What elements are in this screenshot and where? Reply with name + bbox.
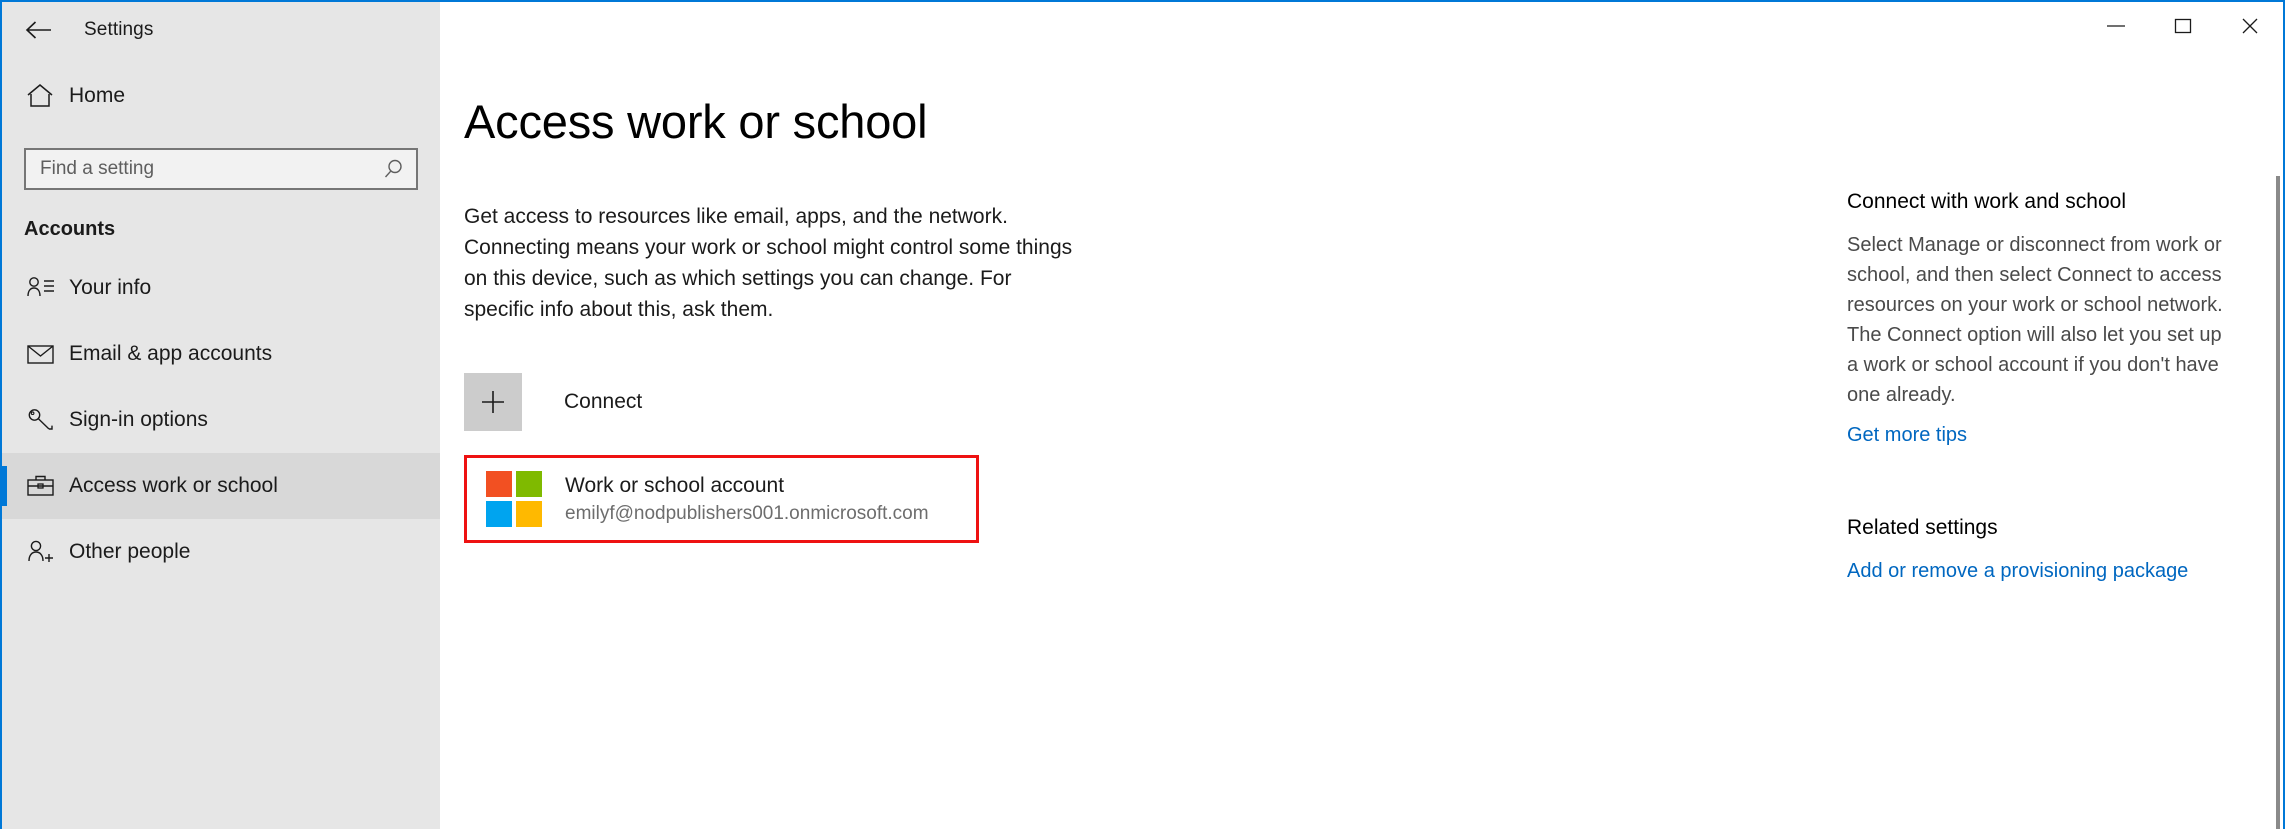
search-icon[interactable] xyxy=(382,157,406,181)
get-more-tips-link[interactable]: Get more tips xyxy=(1847,420,1967,450)
sidebar-item-home[interactable]: Home xyxy=(2,72,440,120)
sidebar-item-label: Access work or school xyxy=(69,474,278,497)
briefcase-icon xyxy=(26,473,60,499)
right-rail: Connect with work and school Select Mana… xyxy=(1847,58,2237,829)
app-title: Settings xyxy=(84,19,154,40)
close-icon xyxy=(2239,16,2261,41)
window-body: Home Accounts xyxy=(2,58,2283,829)
scrollbar-thumb[interactable] xyxy=(2276,176,2280,829)
sidebar-item-sign-in-options[interactable]: Sign-in options xyxy=(2,387,440,453)
connect-label: Connect xyxy=(564,390,643,413)
sidebar-nav-list: Your info Email & app accounts Sign-in o… xyxy=(2,255,440,585)
window-controls xyxy=(440,2,2283,58)
rail-connect-body: Select Manage or disconnect from work or… xyxy=(1847,234,2223,406)
search-input[interactable] xyxy=(40,158,382,180)
key-icon xyxy=(26,407,60,433)
work-or-school-account-card[interactable]: Work or school account emilyf@nodpublish… xyxy=(464,455,979,543)
main-pane: Access work or school Get access to reso… xyxy=(440,58,1847,829)
rail-connect-heading: Connect with work and school xyxy=(1847,190,2126,213)
logo-square-top-left xyxy=(486,471,512,497)
vertical-scrollbar[interactable] xyxy=(2273,58,2283,829)
rail-related-heading: Related settings xyxy=(1847,516,1998,539)
connect-button[interactable]: Connect xyxy=(464,373,642,431)
home-icon xyxy=(26,83,60,109)
sidebar-item-your-info[interactable]: Your info xyxy=(2,255,440,321)
title-bar-left: Settings xyxy=(2,2,440,58)
microsoft-logo-icon xyxy=(486,471,542,527)
close-button[interactable] xyxy=(2216,2,2283,54)
content-area: Access work or school Get access to reso… xyxy=(440,58,2283,829)
sidebar-item-label: Other people xyxy=(69,540,191,563)
account-email: emilyf@nodpublishers001.onmicrosoft.com xyxy=(565,502,929,524)
intro-paragraph: Get access to resources like email, apps… xyxy=(464,205,1073,321)
sidebar: Home Accounts xyxy=(2,58,440,829)
settings-window: Settings Home Find a setting Accounts Yo… xyxy=(0,0,2285,829)
search-box[interactable] xyxy=(24,148,418,190)
logo-square-bottom-right xyxy=(516,501,542,527)
envelope-icon xyxy=(26,342,60,366)
sidebar-item-access-work-or-school[interactable]: Access work or school xyxy=(2,453,440,519)
maximize-button[interactable] xyxy=(2149,2,2216,54)
sidebar-item-label: Email & app accounts xyxy=(69,342,273,365)
logo-square-bottom-left xyxy=(486,501,512,527)
sidebar-item-other-people[interactable]: Other people xyxy=(2,519,440,585)
account-text: Work or school account emilyf@nodpublish… xyxy=(565,472,976,527)
account-name: Work or school account xyxy=(565,473,785,497)
minimize-icon xyxy=(2105,19,2127,37)
back-arrow-icon xyxy=(25,20,53,40)
sidebar-item-label: Your info xyxy=(69,276,152,299)
plus-icon xyxy=(464,373,522,431)
sidebar-home-label: Home xyxy=(69,84,126,107)
page-title: Access work or school xyxy=(464,95,928,148)
maximize-icon xyxy=(2172,16,2194,41)
sidebar-item-email-app-accounts[interactable]: Email & app accounts xyxy=(2,321,440,387)
person-info-icon xyxy=(26,275,60,301)
logo-square-top-right xyxy=(516,471,542,497)
minimize-button[interactable] xyxy=(2082,2,2149,54)
provisioning-package-link[interactable]: Add or remove a provisioning package xyxy=(1847,556,2237,586)
person-add-icon xyxy=(26,539,60,565)
back-button[interactable] xyxy=(2,2,76,58)
title-bar: Settings xyxy=(2,2,2283,58)
sidebar-item-label: Sign-in options xyxy=(69,408,208,431)
sidebar-section-title: Accounts xyxy=(24,218,116,240)
